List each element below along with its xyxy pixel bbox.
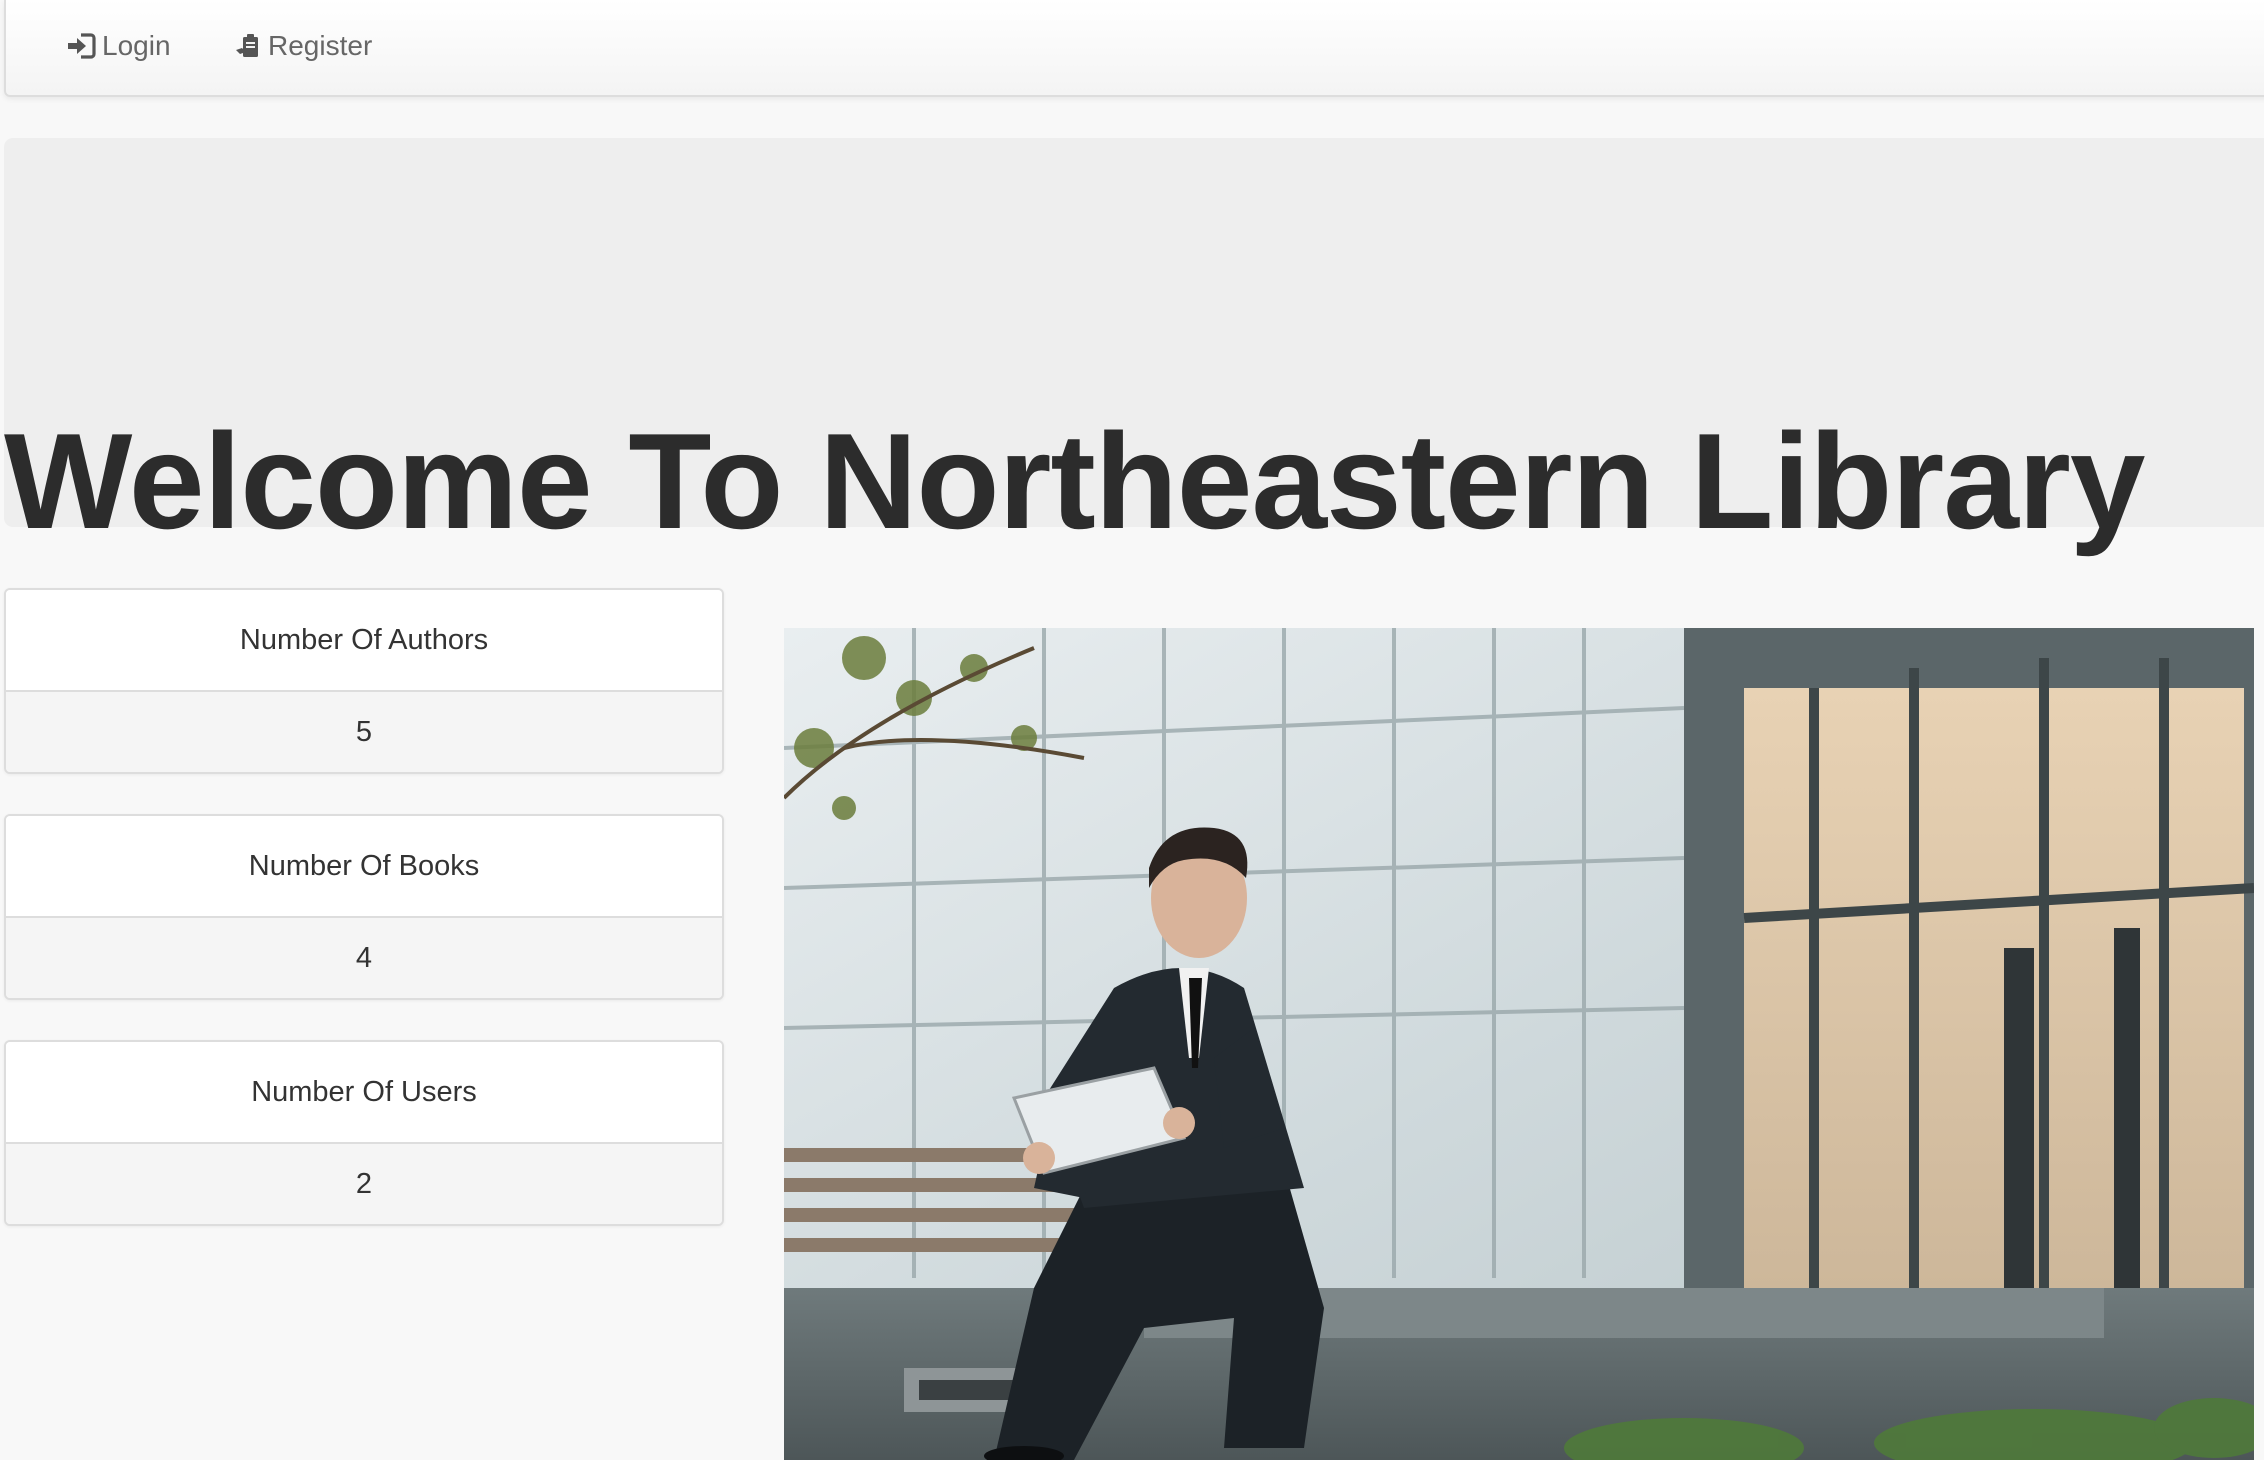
stat-panel-value: 5 — [6, 692, 722, 772]
register-label: Register — [268, 30, 373, 61]
stat-panel-books: Number Of Books 4 — [4, 814, 724, 1000]
stat-panel-value: 4 — [6, 918, 722, 998]
hero-jumbotron: Welcome To Northeastern Library — [4, 138, 2264, 556]
register-icon — [234, 32, 262, 60]
hero-photo — [784, 628, 2254, 1460]
sign-in-icon — [66, 32, 96, 60]
stat-panel-authors: Number Of Authors 5 — [4, 588, 724, 774]
login-label: Login — [102, 30, 171, 61]
top-navbar: Login Register — [4, 0, 2264, 97]
stat-panel-value: 2 — [6, 1144, 722, 1224]
stat-panel-heading: Number Of Books — [6, 816, 722, 918]
stat-panel-heading: Number Of Users — [6, 1042, 722, 1144]
stat-panel-heading: Number Of Authors — [6, 590, 722, 692]
register-link[interactable]: Register — [234, 26, 372, 66]
page-title: Welcome To Northeastern Library — [4, 405, 2145, 557]
login-link[interactable]: Login — [66, 26, 171, 66]
stat-panel-users: Number Of Users 2 — [4, 1040, 724, 1226]
